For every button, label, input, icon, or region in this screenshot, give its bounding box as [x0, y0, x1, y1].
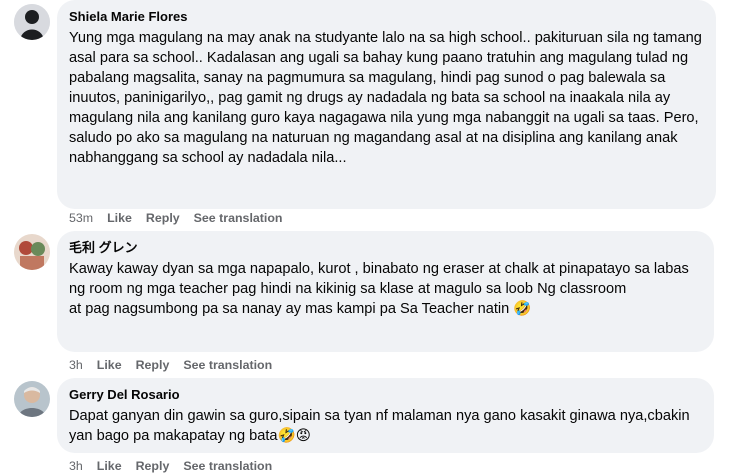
comment-author[interactable]: Shiela Marie Flores [69, 8, 704, 25]
comment-bubble: Gerry Del Rosario Dapat ganyan din gawin… [57, 378, 714, 453]
comment-actions: 53m Like Reply See translation [69, 210, 296, 226]
see-translation-button[interactable]: See translation [194, 210, 283, 226]
comment-timestamp[interactable]: 3h [69, 458, 83, 474]
profile-photo-icon [14, 381, 50, 417]
reply-button[interactable]: Reply [136, 357, 170, 373]
comment-timestamp[interactable]: 53m [69, 210, 93, 226]
avatar[interactable] [14, 4, 50, 40]
comment-author[interactable]: Gerry Del Rosario [69, 386, 702, 403]
comment-actions: 3h Like Reply See translation [69, 458, 286, 474]
avatar[interactable] [14, 381, 50, 417]
reply-button[interactable]: Reply [136, 458, 170, 474]
reply-button[interactable]: Reply [146, 210, 180, 226]
comment-bubble: 毛利 グレン Kaway kaway dyan sa mga napapalo,… [57, 231, 714, 352]
like-button[interactable]: Like [107, 210, 132, 226]
avatar[interactable] [14, 234, 50, 270]
comment-text: Dapat ganyan din gawin sa guro,sipain sa… [69, 408, 694, 444]
comment-timestamp[interactable]: 3h [69, 357, 83, 373]
see-translation-button[interactable]: See translation [183, 357, 272, 373]
profile-photo-icon [14, 234, 50, 270]
like-button[interactable]: Like [97, 458, 122, 474]
comment-text: Yung mga magulang na may anak na studyan… [69, 30, 706, 166]
comment-bubble: Shiela Marie Flores Yung mga magulang na… [57, 0, 716, 209]
see-translation-button[interactable]: See translation [183, 458, 272, 474]
comment-author[interactable]: 毛利 グレン [69, 239, 702, 256]
comment-text: Kaway kaway dyan sa mga napapalo, kurot … [69, 261, 689, 317]
user-silhouette-icon [14, 4, 50, 40]
comment-actions: 3h Like Reply See translation [69, 357, 286, 373]
like-button[interactable]: Like [97, 357, 122, 373]
